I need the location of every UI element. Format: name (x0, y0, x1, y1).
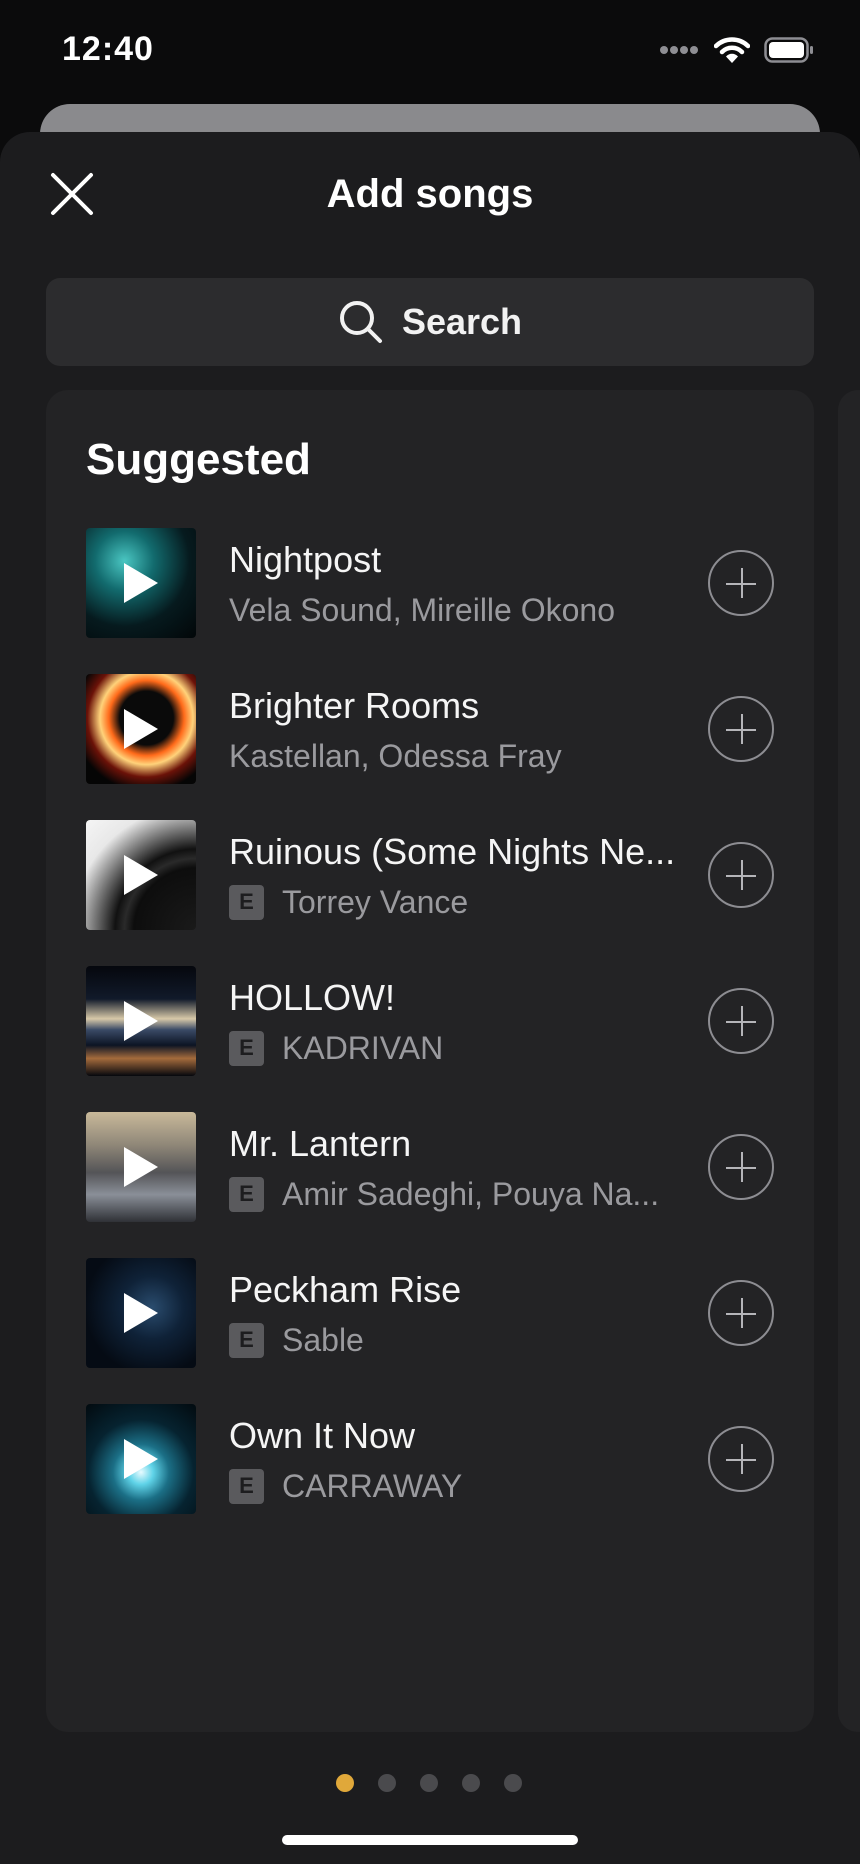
song-title: Own It Now (229, 1415, 416, 1456)
album-art-play-button[interactable] (86, 528, 196, 638)
page-dot[interactable] (378, 1774, 396, 1792)
next-panel-peek[interactable] (838, 390, 860, 1732)
play-icon (124, 855, 158, 895)
page-dot[interactable] (336, 1774, 354, 1792)
song-subtitle: Kastellan, Odessa Fray (229, 736, 679, 776)
song-artists: CARRAWAY (282, 1467, 463, 1504)
album-art-play-button[interactable] (86, 820, 196, 930)
song-row[interactable]: Own It Now E CARRAWAY (86, 1404, 774, 1514)
song-row[interactable]: Ruinous (Some Nights Ne... E Torrey Vanc… (86, 820, 774, 930)
search-input[interactable]: Search (46, 278, 814, 366)
explicit-badge: E (229, 1468, 264, 1504)
song-row[interactable]: HOLLOW! E KADRIVAN (86, 966, 774, 1076)
song-subtitle: E Sable (229, 1320, 679, 1360)
search-label: Search (401, 301, 523, 342)
song-title: Peckham Rise (229, 1269, 462, 1310)
home-indicator[interactable] (282, 1835, 578, 1845)
song-row[interactable]: Brighter Rooms Kastellan, Odessa Fray (86, 674, 774, 784)
battery-icon (764, 37, 813, 63)
add-song-button[interactable] (708, 696, 774, 762)
song-row[interactable]: Peckham Rise E Sable (86, 1258, 774, 1368)
page-dot[interactable] (462, 1774, 480, 1792)
status-bar: 12:40 (0, 0, 860, 105)
page-dot[interactable] (504, 1774, 522, 1792)
play-icon (124, 709, 158, 749)
add-song-button[interactable] (708, 842, 774, 908)
suggested-panel[interactable]: Suggested Nightpost Vela Sound, Mireille… (46, 390, 814, 1732)
page-indicator (336, 1774, 522, 1792)
add-song-button[interactable] (708, 1134, 774, 1200)
song-row[interactable]: Nightpost Vela Sound, Mireille Okono (86, 528, 774, 638)
play-icon (124, 1293, 158, 1333)
wifi-icon (714, 37, 750, 63)
song-title: Ruinous (Some Nights Ne... (229, 831, 676, 872)
song-subtitle: E Torrey Vance (229, 882, 679, 922)
status-icons (660, 36, 814, 64)
album-art-play-button[interactable] (86, 1404, 196, 1514)
search-icon (339, 301, 382, 343)
song-artists: Kastellan, Odessa Fray (229, 737, 562, 774)
song-artists: Sable (282, 1321, 364, 1358)
explicit-badge: E (229, 1030, 264, 1066)
song-title: HOLLOW! (229, 977, 396, 1018)
song-title: Brighter Rooms (229, 685, 480, 726)
song-artists: Vela Sound, Mireille Okono (229, 591, 615, 628)
add-song-button[interactable] (708, 1426, 774, 1492)
song-subtitle: Vela Sound, Mireille Okono (229, 590, 679, 630)
song-artists: Amir Sadeghi, Pouya Na... (282, 1175, 660, 1212)
song-subtitle: E Amir Sadeghi, Pouya Na... (229, 1174, 679, 1214)
song-row[interactable]: Mr. Lantern E Amir Sadeghi, Pouya Na... (86, 1112, 774, 1222)
album-art-play-button[interactable] (86, 1258, 196, 1368)
song-artists: KADRIVAN (282, 1029, 444, 1066)
section-title: Suggested (86, 435, 311, 484)
play-icon (124, 1439, 158, 1479)
explicit-badge: E (229, 1322, 264, 1358)
page-title: Add songs (326, 172, 534, 216)
song-title: Nightpost (229, 539, 382, 580)
song-title: Mr. Lantern (229, 1123, 412, 1164)
album-art-play-button[interactable] (86, 674, 196, 784)
play-icon (124, 1001, 158, 1041)
cellular-signal-icon (660, 46, 698, 54)
status-time: 12:40 (62, 30, 154, 68)
song-subtitle: E CARRAWAY (229, 1466, 679, 1506)
page-dot[interactable] (420, 1774, 438, 1792)
explicit-badge: E (229, 884, 264, 920)
play-icon (124, 1147, 158, 1187)
album-art-play-button[interactable] (86, 1112, 196, 1222)
explicit-badge: E (229, 1176, 264, 1212)
song-artists: Torrey Vance (282, 883, 469, 920)
add-song-button[interactable] (708, 1280, 774, 1346)
add-song-button[interactable] (708, 988, 774, 1054)
song-subtitle: E KADRIVAN (229, 1028, 679, 1068)
add-song-button[interactable] (708, 550, 774, 616)
play-icon (124, 563, 158, 603)
album-art-play-button[interactable] (86, 966, 196, 1076)
